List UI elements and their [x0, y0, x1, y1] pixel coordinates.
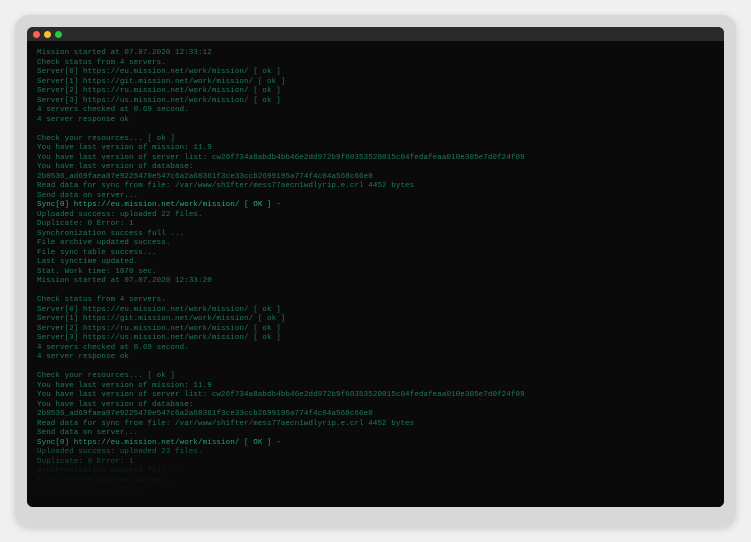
log-line: 4 servers checked at 0.69 second.: [37, 106, 714, 116]
log-line: You have last version of database:: [37, 401, 714, 411]
minimize-icon[interactable]: [44, 31, 51, 38]
log-line: You have last version of mission: 11.9: [37, 382, 714, 392]
log-line: Sync[0] https://eu.mission.net/work/miss…: [37, 201, 714, 211]
log-line: Check status from 4 servers.: [37, 59, 714, 69]
log-line: Check your resources... [ ok ]: [37, 135, 714, 145]
log-line: Uploaded success: uploaded 23 files.: [37, 448, 714, 458]
close-icon[interactable]: [33, 31, 40, 38]
log-line: Server[1] https://git.mission.net/work/m…: [37, 315, 714, 325]
log-line: Server[2] https://ru.mission.net/work/mi…: [37, 87, 714, 97]
log-blank-line: [37, 125, 714, 135]
log-line: File sync table success...: [37, 486, 714, 496]
log-line: Server[3] https://us.mission.net/work/mi…: [37, 334, 714, 344]
terminal-window: Mission started at 07.07.2020 12:33:12Ch…: [27, 27, 724, 507]
log-blank-line: [37, 287, 714, 297]
log-line: 4 server response ok: [37, 353, 714, 363]
log-line: 2b0536_ad69faea07e9225470e547c6a2a68361f…: [37, 410, 714, 420]
log-line: You have last version of database:: [37, 163, 714, 173]
log-line: File archive updated success.: [37, 239, 714, 249]
log-line: Server[2] https://ru.mission.net/work/mi…: [37, 325, 714, 335]
log-line: Server[0] https://eu.mission.net/work/mi…: [37, 306, 714, 316]
log-line: Synchronization success full ...: [37, 467, 714, 477]
log-line: Last synctime updated.: [37, 258, 714, 268]
log-line: File archive updated success.: [37, 477, 714, 487]
log-line: Mission started at 07.07.2020 12:33:12: [37, 49, 714, 59]
log-line: File sync table success...: [37, 249, 714, 259]
log-line: Uploaded success: uploaded 22 files.: [37, 211, 714, 221]
log-line: 2b0536_ad69faea07e9225470e547c6a2a68361f…: [37, 173, 714, 183]
device-frame: Mission started at 07.07.2020 12:33:12Ch…: [15, 15, 736, 527]
log-line: Check your resources... [ ok ]: [37, 372, 714, 382]
log-line: Stat. Work time: 1870 sec.: [37, 268, 714, 278]
log-line: Mission started at 07.07.2020 12:33:20: [37, 277, 714, 287]
log-line: 4 servers checked at 0.69 second.: [37, 344, 714, 354]
log-line: You have last version of mission: 11.9: [37, 144, 714, 154]
log-line: Send data on server...: [37, 192, 714, 202]
log-line: Last synctime updated.: [37, 496, 714, 506]
log-line: Check status from 4 servers.: [37, 296, 714, 306]
log-line: Read data for sync from file: /var/www/s…: [37, 420, 714, 430]
log-line: Sync[0] https://eu.mission.net/work/miss…: [37, 439, 714, 449]
log-line: Duplicate: 0 Error: 1: [37, 220, 714, 230]
log-line: You have last version of server list: cw…: [37, 154, 714, 164]
log-line: You have last version of server list: cw…: [37, 391, 714, 401]
window-titlebar[interactable]: [27, 27, 724, 41]
log-line: Read data for sync from file: /var/www/s…: [37, 182, 714, 192]
log-line: Server[1] https://git.mission.net/work/m…: [37, 78, 714, 88]
log-line: Server[0] https://eu.mission.net/work/mi…: [37, 68, 714, 78]
maximize-icon[interactable]: [55, 31, 62, 38]
log-line: Synchronization success full ...: [37, 230, 714, 240]
log-line: Send data on server...: [37, 429, 714, 439]
terminal-output: Mission started at 07.07.2020 12:33:12Ch…: [27, 41, 724, 507]
log-line: Server[3] https://us.mission.net/work/mi…: [37, 97, 714, 107]
log-blank-line: [37, 363, 714, 373]
log-line: Duplicate: 0 Error: 1: [37, 458, 714, 468]
log-line: 4 server response ok: [37, 116, 714, 126]
